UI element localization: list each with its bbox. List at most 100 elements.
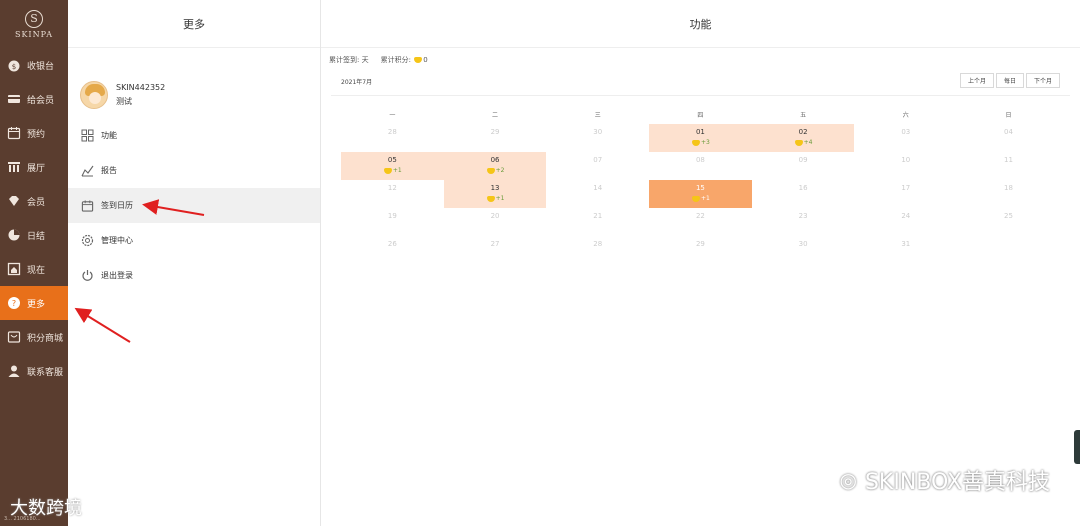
menu-item[interactable]: 退出登录 <box>68 258 320 293</box>
coin-icon <box>691 195 700 202</box>
calendar-day[interactable]: 02 +4 <box>751 124 855 152</box>
person-icon <box>7 364 21 378</box>
day-number: 26 <box>387 240 397 248</box>
weekday-label: 五 <box>800 112 807 119</box>
calendar-day[interactable]: 12 <box>341 180 444 208</box>
menu-item[interactable]: 签到日历 <box>68 188 320 223</box>
power-icon <box>81 269 94 282</box>
coin-icon <box>691 139 700 146</box>
calendar-day[interactable]: 29 <box>649 236 752 264</box>
next-month-button[interactable]: 下个月 <box>1025 73 1060 88</box>
calendar-day[interactable]: 24 <box>854 208 957 236</box>
calendar-day[interactable]: 18 <box>957 180 1060 208</box>
calendar-day[interactable]: 08 <box>649 152 752 180</box>
prev-month-button[interactable]: 上个月 <box>959 73 994 88</box>
calendar-day[interactable]: 23 <box>752 208 855 236</box>
nav-item[interactable]: 联系客服 <box>0 354 68 388</box>
weekday-label: 一 <box>389 112 396 119</box>
day-points: +2 <box>444 167 547 174</box>
calendar-day[interactable]: 13 +1 <box>443 180 547 208</box>
weekday-label: 三 <box>594 112 601 119</box>
gear-icon <box>81 234 94 247</box>
day-number: 16 <box>798 184 808 192</box>
nav-item-label: 日结 <box>27 231 46 242</box>
total-points: 累计积分: 0 <box>381 55 428 65</box>
menu-item-label: 功能 <box>101 131 117 140</box>
calendar-day[interactable]: 05 +1 <box>341 152 444 180</box>
total-days-label: 累计签到: <box>329 56 360 64</box>
calendar-week: 28 29 30 01 +3 02 +4 03 04 <box>341 124 1060 152</box>
calendar-day[interactable]: 10 <box>854 152 957 180</box>
calendar-day[interactable]: 07 <box>546 152 649 180</box>
watermark: ◎ SKINBOX善真科技 <box>840 464 1050 496</box>
day-number: 17 <box>901 184 911 192</box>
day-number: 30 <box>593 128 603 136</box>
calendar-day[interactable]: 17 <box>854 180 957 208</box>
day-number: 29 <box>695 240 705 248</box>
calendar-day[interactable]: 29 <box>444 124 547 152</box>
divider <box>331 95 1070 96</box>
calendar-day[interactable]: 31 <box>854 236 957 264</box>
calendar-day[interactable]: 04 <box>957 124 1060 152</box>
calendar-day[interactable]: 30 <box>752 236 855 264</box>
building-icon <box>7 160 21 174</box>
svg-text:?: ? <box>12 299 16 308</box>
calendar-day[interactable]: 28 <box>546 236 649 264</box>
logo: S SKINPA <box>0 0 68 48</box>
nav-item[interactable]: $ 收银台 <box>0 48 68 82</box>
day-number: 20 <box>490 212 500 220</box>
nav-item[interactable]: 会员 <box>0 184 68 218</box>
calendar-day[interactable]: 03 <box>854 124 957 152</box>
calendar-day[interactable]: 27 <box>444 236 547 264</box>
nav-item[interactable]: 现在 <box>0 252 68 286</box>
calendar-day[interactable]: 11 <box>957 152 1060 180</box>
calendar-day[interactable]: 01 +3 <box>649 124 752 152</box>
current-month-button[interactable]: 每日 <box>995 73 1024 88</box>
calendar-day[interactable]: 26 <box>341 236 444 264</box>
calendar-day[interactable]: 14 <box>546 180 649 208</box>
calendar-day[interactable]: 22 <box>649 208 752 236</box>
nav-item[interactable]: 给会员 <box>0 82 68 116</box>
diamond-icon <box>7 194 21 208</box>
day-number: 31 <box>901 240 911 248</box>
points-value: +1 <box>700 195 710 202</box>
calendar-day[interactable]: 15 +1 <box>649 180 752 208</box>
main-sidebar: S SKINPA $ 收银台 给会员 预约 展厅 会员 日结 现在? 更多 积分商城 联系客服 3.… <box>0 0 68 526</box>
menu-item-label: 退出登录 <box>101 271 133 280</box>
calendar-day[interactable]: 28 <box>341 124 444 152</box>
nav-item[interactable]: 展厅 <box>0 150 68 184</box>
nav-item[interactable]: 日结 <box>0 218 68 252</box>
day-number: 15 <box>695 184 705 192</box>
home-icon <box>7 262 21 276</box>
menu-item[interactable]: 功能 <box>68 118 320 153</box>
menu-item[interactable]: 管理中心 <box>68 223 320 258</box>
watermark-left: 大数跨境 <box>10 498 82 519</box>
side-tab[interactable] <box>1074 430 1080 464</box>
calendar-day[interactable] <box>957 236 1060 264</box>
calendar-icon <box>81 199 94 212</box>
calendar-day[interactable]: 25 <box>957 208 1060 236</box>
day-number: 28 <box>387 128 397 136</box>
nav-item[interactable]: 积分商城 <box>0 320 68 354</box>
day-number: 29 <box>490 128 500 136</box>
calendar-day[interactable]: 19 <box>341 208 444 236</box>
calendar-day[interactable]: 09 <box>752 152 855 180</box>
svg-text:$: $ <box>12 63 16 71</box>
calendar-day[interactable]: 21 <box>546 208 649 236</box>
nav-item[interactable]: ? 更多 <box>0 286 68 320</box>
more-panel: 更多 SKIN442352 测试 功能 报告 签到日历 管理中心 退出登录 <box>68 0 321 526</box>
weekday-header: 一二三四五六日 <box>341 108 1060 124</box>
logo-mark: S <box>25 9 43 28</box>
total-days-value: 天 <box>361 56 369 64</box>
calendar-day[interactable]: 20 <box>444 208 547 236</box>
day-number: 13 <box>490 184 500 192</box>
calendar-day[interactable]: 06 +2 <box>443 152 547 180</box>
day-points: +3 <box>649 139 752 146</box>
nav-item[interactable]: 预约 <box>0 116 68 150</box>
calendar-day[interactable]: 16 <box>752 180 855 208</box>
points-value: +2 <box>495 167 505 174</box>
menu-item[interactable]: 报告 <box>68 153 320 188</box>
nav-item-label: 展厅 <box>27 163 46 174</box>
calendar-day[interactable]: 30 <box>546 124 649 152</box>
day-number: 12 <box>387 184 397 192</box>
